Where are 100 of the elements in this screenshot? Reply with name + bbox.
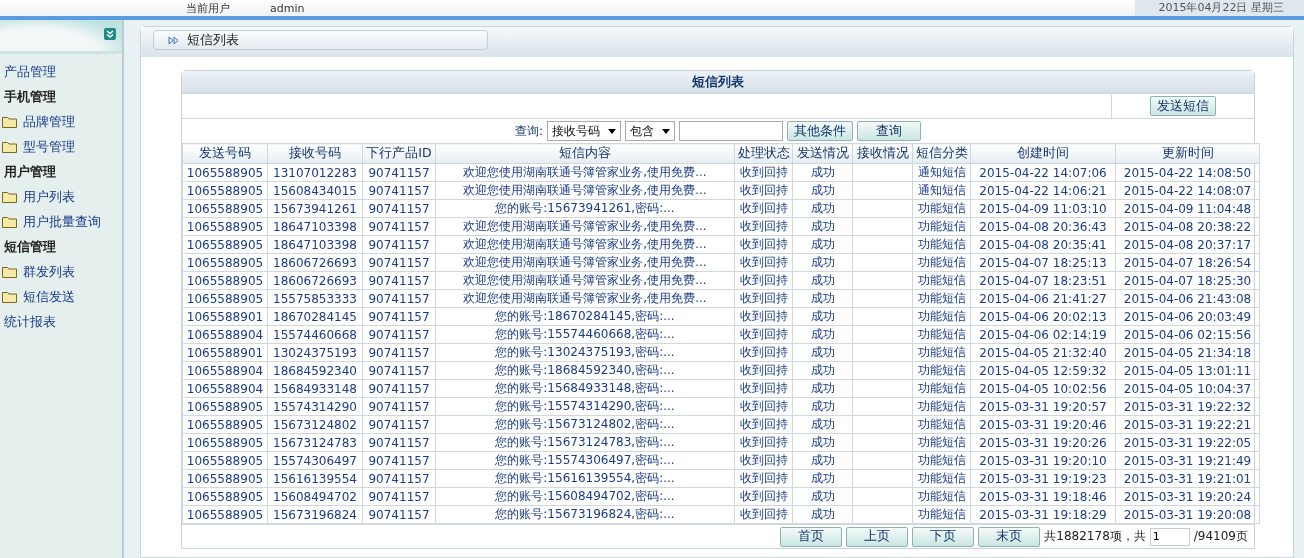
table-cell: 1065588905 — [182, 163, 268, 182]
table-cell: 收到回持 — [734, 271, 793, 290]
current-user-name: admin — [270, 1, 305, 15]
sidebar-item[interactable]: 产品管理 — [4, 63, 56, 81]
table-cell: 13024375193 — [267, 343, 363, 362]
table-cell: 您的账号:15574460668,密码:... — [435, 325, 735, 344]
panel-title: 短信列表 — [692, 73, 744, 91]
table-cell: 90741157 — [362, 487, 436, 506]
column-header: 下行产品ID — [362, 143, 436, 164]
sidebar-item[interactable]: 群发列表 — [23, 263, 75, 281]
more-conditions-button[interactable]: 其他条件 — [787, 121, 853, 141]
table-cell: 1065588905 — [182, 487, 268, 506]
page-button[interactable]: 末页 — [978, 526, 1041, 547]
table-cell: 2015-04-06 21:43:08 — [1115, 289, 1260, 308]
table-cell: 1065588901 — [182, 343, 268, 362]
send-sms-button[interactable]: 发送短信 — [1150, 96, 1216, 116]
table-cell: 90741157 — [362, 307, 436, 326]
column-header: 短信内容 — [435, 143, 735, 164]
table-cell: 成功 — [792, 361, 853, 380]
table-cell: 15574306497 — [267, 451, 363, 470]
table-cell: 2015-03-31 19:21:49 — [1115, 451, 1260, 470]
table-cell: 2015-04-06 02:15:56 — [1115, 325, 1260, 344]
table-cell: 欢迎您使用湖南联通号簿管家业务,使用免费... — [435, 217, 735, 236]
table-cell: 1065588901 — [182, 307, 268, 326]
page-button[interactable]: 上页 — [846, 526, 909, 547]
table-cell: 18606726693 — [267, 253, 363, 272]
current-user-label: 当前用户 — [186, 0, 230, 16]
table-cell: 2015-04-05 12:59:32 — [970, 361, 1116, 380]
caret-icon — [662, 128, 670, 134]
table-cell: 2015-04-22 14:08:50 — [1115, 163, 1260, 182]
table-cell: 1065588905 — [182, 253, 268, 272]
table-cell: 90741157 — [362, 505, 436, 524]
table-cell: 1065588905 — [182, 505, 268, 524]
table-cell: 收到回持 — [734, 397, 793, 416]
table-cell: 90741157 — [362, 325, 436, 344]
table-cell: 15673941261 — [267, 199, 363, 218]
table-cell: 成功 — [792, 289, 853, 308]
table-cell: 2015-04-05 10:02:56 — [970, 379, 1116, 398]
page-input[interactable]: 1 — [1149, 527, 1190, 546]
table-cell: 90741157 — [362, 469, 436, 488]
column-header: 接收号码 — [267, 143, 363, 164]
table-cell: 2015-03-31 19:18:46 — [970, 487, 1116, 506]
table-cell: 成功 — [792, 217, 853, 236]
table-cell: 2015-03-31 19:20:10 — [970, 451, 1116, 470]
table-cell: 1065588905 — [182, 271, 268, 290]
page-button[interactable]: 下页 — [912, 526, 975, 547]
table-cell: 收到回持 — [734, 307, 793, 326]
search-button[interactable]: 查询 — [857, 121, 921, 141]
table-cell: 1065588904 — [182, 379, 268, 398]
table-cell: 2015-03-31 19:21:01 — [1115, 469, 1260, 488]
table-cell: 成功 — [792, 487, 853, 506]
table-cell: 15575853333 — [267, 289, 363, 308]
page-button[interactable]: 首页 — [780, 526, 843, 547]
table-cell: 收到回持 — [734, 469, 793, 488]
table-cell: 收到回持 — [734, 451, 793, 470]
table-cell: 2015-04-07 18:23:51 — [970, 271, 1116, 290]
table-cell: 2015-04-06 20:02:13 — [970, 307, 1116, 326]
table-cell: 收到回持 — [734, 163, 793, 182]
table-cell: 2015-03-31 19:20:26 — [970, 433, 1116, 452]
table-cell: 2015-04-08 20:36:43 — [970, 217, 1116, 236]
field-select[interactable]: 接收号码 — [547, 121, 621, 141]
table-cell: 2015-04-08 20:35:41 — [970, 235, 1116, 254]
table-cell: 功能短信 — [912, 235, 971, 254]
table-cell: 2015-04-22 14:08:07 — [1115, 181, 1260, 200]
sidebar-item[interactable]: 统计报表 — [4, 313, 56, 331]
table-cell: 成功 — [792, 505, 853, 524]
operator-select[interactable]: 包含 — [625, 121, 675, 141]
table-cell: 90741157 — [362, 217, 436, 236]
table-cell: 成功 — [792, 415, 853, 434]
table-cell: 1065588905 — [182, 289, 268, 308]
table-cell: 成功 — [792, 451, 853, 470]
sidebar-item[interactable]: 短信发送 — [23, 288, 75, 306]
sidebar-item[interactable]: 用户列表 — [23, 188, 75, 206]
table-cell: 欢迎您使用湖南联通号簿管家业务,使用免费... — [435, 253, 735, 272]
column-header: 短信分类 — [912, 143, 971, 164]
table-cell: 功能短信 — [912, 199, 971, 218]
sidebar-item[interactable]: 品牌管理 — [23, 113, 75, 131]
sidebar-group-title: 短信管理 — [4, 238, 56, 256]
sidebar-item[interactable]: 用户批量查询 — [23, 213, 101, 231]
table-cell: 1065588905 — [182, 235, 268, 254]
table-cell: 成功 — [792, 199, 853, 218]
sidebar-item[interactable]: 型号管理 — [23, 138, 75, 156]
table-cell: 收到回持 — [734, 199, 793, 218]
table-cell: 15673124802 — [267, 415, 363, 434]
table-cell: 功能短信 — [912, 217, 971, 236]
table-cell: 90741157 — [362, 289, 436, 308]
date-text: 2015年04月22日 星期三 — [1134, 0, 1304, 16]
table-cell: 功能短信 — [912, 397, 971, 416]
table-cell: 收到回持 — [734, 217, 793, 236]
table-cell: 2015-04-08 20:38:22 — [1115, 217, 1260, 236]
collapse-icon[interactable] — [104, 28, 116, 40]
column-header: 发送情况 — [792, 143, 853, 164]
table-cell: 2015-03-31 19:22:21 — [1115, 415, 1260, 434]
table-cell: 15673196824 — [267, 505, 363, 524]
table-cell: 1065588905 — [182, 469, 268, 488]
query-input[interactable] — [679, 121, 783, 141]
table-cell: 您的账号:18684592340,密码:... — [435, 361, 735, 380]
table-cell: 13107012283 — [267, 163, 363, 182]
table-cell: 2015-04-06 02:14:19 — [970, 325, 1116, 344]
table-cell: 1065588905 — [182, 415, 268, 434]
